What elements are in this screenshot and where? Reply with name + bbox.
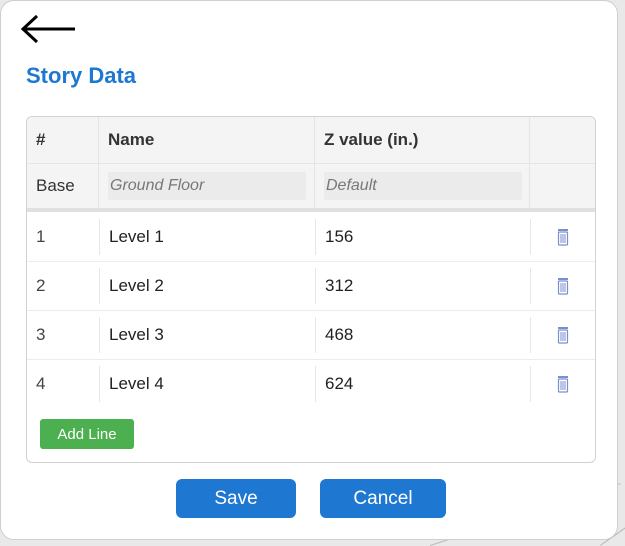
cancel-button[interactable]: Cancel (320, 479, 446, 518)
row-z-field[interactable]: 312 (316, 261, 530, 310)
row-number: 2 (36, 275, 46, 295)
base-z-input[interactable] (324, 172, 522, 200)
page-title: Story Data (26, 63, 137, 88)
row-z-field[interactable]: 156 (316, 212, 530, 261)
header-number: # (27, 117, 99, 163)
row-z-field[interactable]: 624 (316, 359, 530, 408)
delete-row-button[interactable] (531, 359, 594, 408)
base-z-cell (315, 164, 530, 208)
save-button[interactable]: Save (176, 479, 296, 518)
table-row: 2 Level 2 312 (27, 261, 595, 311)
add-line-button[interactable]: Add Line (40, 419, 134, 449)
row-number: 1 (36, 226, 46, 246)
row-name-field[interactable]: Level 4 (100, 359, 315, 408)
row-name-field[interactable]: Level 3 (100, 310, 315, 359)
trash-icon (557, 375, 568, 393)
base-name-input[interactable] (108, 172, 306, 200)
row-name-field[interactable]: Level 1 (100, 212, 315, 261)
delete-row-button[interactable] (531, 310, 594, 359)
table-row: 4 Level 4 624 (27, 359, 595, 408)
base-label: Base (27, 164, 99, 208)
delete-row-button[interactable] (531, 261, 594, 310)
back-arrow-icon (20, 14, 75, 44)
header-z-value: Z value (in.) (315, 117, 530, 163)
story-table: # Name Z value (in.) Base 1 Level 1 156 (26, 116, 596, 463)
table-row: 1 Level 1 156 (27, 212, 595, 262)
back-button[interactable] (19, 11, 79, 47)
header-actions (530, 117, 595, 163)
row-name-field[interactable]: Level 2 (100, 261, 315, 310)
base-name-cell (99, 164, 315, 208)
row-z-field[interactable]: 468 (316, 310, 530, 359)
row-number: 4 (36, 373, 46, 393)
base-actions (530, 164, 595, 208)
row-number: 3 (36, 324, 46, 344)
base-row: Base (27, 163, 595, 212)
story-data-dialog: Story Data # Name Z value (in.) Base 1 L… (0, 0, 618, 540)
trash-icon (557, 228, 568, 246)
table-header-row: # Name Z value (in.) (27, 117, 595, 163)
delete-row-button[interactable] (531, 212, 594, 261)
header-name: Name (99, 117, 315, 163)
trash-icon (557, 326, 568, 344)
trash-icon (557, 277, 568, 295)
table-row: 3 Level 3 468 (27, 310, 595, 360)
